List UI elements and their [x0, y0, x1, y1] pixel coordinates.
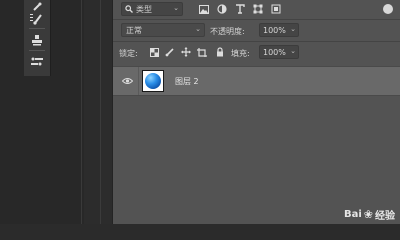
opacity-label: 不透明度:: [210, 27, 245, 36]
paw-icon: ❀: [363, 208, 373, 221]
stamp-icon[interactable]: [24, 33, 50, 47]
lock-artboard-icon[interactable]: [195, 45, 209, 59]
history-brush-icon[interactable]: [24, 55, 50, 69]
layer-name[interactable]: 图层 2: [175, 76, 199, 87]
opacity-value: 100%: [263, 25, 286, 35]
lock-paint-icon[interactable]: [163, 45, 177, 59]
divider: [113, 41, 400, 42]
eye-icon[interactable]: [121, 75, 133, 87]
type-icon[interactable]: [233, 2, 247, 16]
fill-label: 填充:: [231, 49, 250, 58]
fill-field[interactable]: 100% ⌄: [259, 45, 299, 59]
filter-kind-select[interactable]: 类型 ⌄: [121, 2, 183, 16]
lock-row: 锁定: 填充: 100% ⌄: [113, 43, 400, 61]
divider: [113, 19, 400, 20]
blend-mode-select[interactable]: 正常 ⌄: [121, 23, 205, 37]
shape-icon[interactable]: [251, 2, 265, 16]
layer-filter-row: 类型 ⌄: [113, 0, 400, 18]
layer-thumbnail[interactable]: [142, 70, 164, 92]
image-icon[interactable]: [197, 2, 211, 16]
tool-separator: [29, 28, 45, 29]
fill-value: 100%: [263, 47, 286, 57]
brush-icon[interactable]: [24, 12, 50, 26]
chevron-down-icon: ⌄: [173, 4, 179, 12]
lock-label: 锁定:: [119, 49, 138, 58]
filter-kind-label: 类型: [136, 4, 152, 14]
sphere-thumbnail-image: [145, 73, 161, 89]
smart-object-icon[interactable]: [269, 2, 283, 16]
watermark-left: Bai: [343, 209, 362, 220]
chevron-down-icon: ⌄: [290, 25, 296, 33]
adjustment-icon[interactable]: [215, 2, 229, 16]
filter-toggle[interactable]: [383, 4, 393, 14]
lock-position-icon[interactable]: [179, 45, 193, 59]
lock-all-icon[interactable]: [213, 45, 227, 59]
lock-transparent-icon[interactable]: [147, 45, 161, 59]
search-icon: [125, 5, 133, 13]
watermark-right: 经验: [375, 211, 395, 222]
panel-dock-gap: [84, 0, 112, 224]
workspace-divider: [81, 0, 82, 224]
layer-row[interactable]: 图层 2: [113, 66, 400, 96]
tool-separator: [29, 50, 45, 51]
chevron-down-icon: ⌄: [290, 47, 296, 55]
tool-strip: [24, 0, 51, 76]
blend-mode-value: 正常: [126, 25, 142, 35]
layer-divider: [138, 67, 139, 95]
watermark: Bai ❀ 经验: [344, 207, 395, 222]
opacity-field[interactable]: 100% ⌄: [259, 23, 299, 37]
blend-row: 正常 ⌄ 不透明度: 100% ⌄: [113, 21, 400, 39]
layers-panel: 类型 ⌄ 正常 ⌄ 不透明度: 100% ⌄ 锁定: 填充: 100% ⌄ 图层…: [112, 0, 400, 224]
left-workspace: [0, 0, 84, 224]
chevron-down-icon: ⌄: [195, 25, 201, 33]
dock-line: [100, 0, 101, 224]
